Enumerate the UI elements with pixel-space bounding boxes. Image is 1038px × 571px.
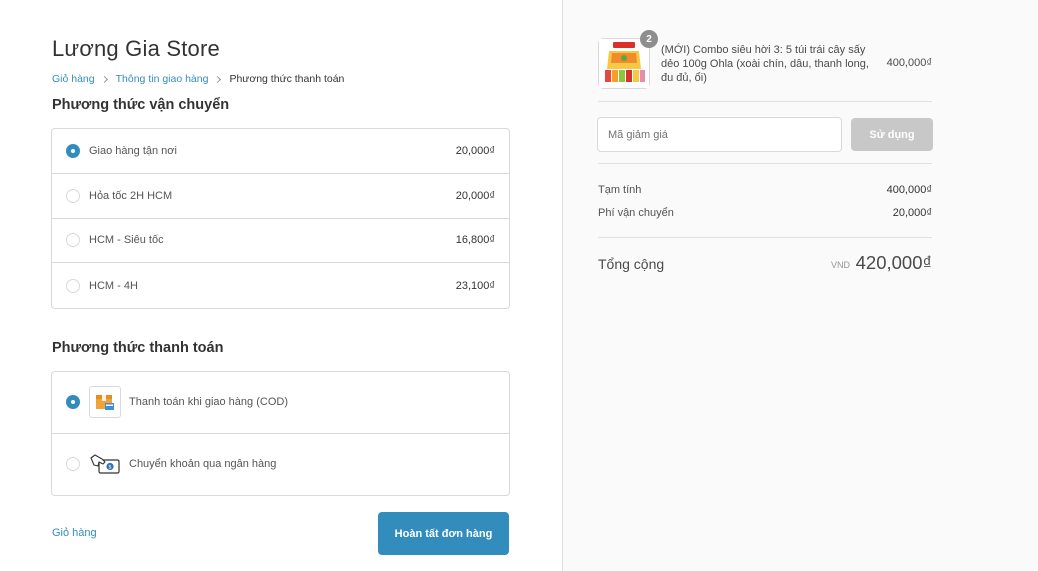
discount-code-input[interactable] (597, 117, 842, 152)
divider (598, 237, 932, 238)
total-currency: VND (831, 260, 851, 270)
shipping-radio-express-2h[interactable] (66, 188, 80, 203)
shipping-fee-value: 20,000₫ (892, 207, 932, 219)
shipping-radio-4h[interactable] (66, 278, 80, 293)
shipping-radio-super-fast[interactable] (66, 233, 80, 248)
breadcrumb-cart-link[interactable]: Giỏ hàng (52, 73, 95, 85)
payment-option-cod[interactable]: Thanh toán khi giao hàng (COD) (52, 372, 509, 434)
payment-radio-bank-transfer[interactable] (66, 457, 80, 472)
cod-box-icon (89, 386, 121, 419)
shipping-option-label: HCM - 4H (89, 279, 138, 292)
product-name: (MỚI) Combo siêu hời 3: 5 túi trái cây s… (661, 44, 869, 84)
payment-method-list: Thanh toán khi giao hàng (COD) $ Chuyển … (51, 371, 510, 496)
total-label: Tổng cộng (598, 256, 665, 272)
shipping-radio-home-delivery[interactable] (66, 143, 80, 158)
shipping-option-price: 20,000₫ (455, 144, 495, 157)
breadcrumb-shipping-info-link[interactable]: Thông tin giao hàng (116, 73, 209, 85)
shipping-option-label: Giao hàng tận nơi (89, 144, 177, 157)
shipping-option-price: 16,800₫ (455, 234, 495, 247)
chevron-right-icon (214, 75, 222, 83)
main-content: Lương Gia Store Giỏ hàng Thông tin giao … (0, 0, 562, 571)
subtotal-label: Tạm tính (598, 184, 642, 196)
store-title[interactable]: Lương Gia Store (52, 36, 220, 62)
payment-radio-cod[interactable] (66, 395, 80, 410)
svg-text:$: $ (108, 465, 112, 471)
bank-transfer-icon: $ (89, 448, 121, 480)
back-to-cart-link[interactable]: Giỏ hàng (52, 527, 97, 539)
product-image-icon (599, 39, 649, 88)
product-price: 400,000₫ (886, 57, 932, 69)
shipping-method-list: Giao hàng tận nơi 20,000₫ Hỏa tốc 2H HCM… (51, 128, 510, 309)
shipping-option-label: HCM - Siêu tốc (89, 234, 164, 247)
shipping-option-price: 23,100₫ (455, 279, 495, 292)
payment-option-bank-transfer[interactable]: $ Chuyển khoản qua ngân hàng (52, 434, 509, 496)
shipping-option-4h[interactable]: HCM - 4H 23,100₫ (52, 263, 509, 308)
apply-discount-button[interactable]: Sử dụng (851, 118, 933, 151)
divider (598, 163, 932, 164)
shipping-fee-label: Phí vận chuyển (598, 207, 674, 219)
payment-option-label: Chuyển khoản qua ngân hàng (129, 458, 277, 471)
shipping-option-express-2h[interactable]: Hỏa tốc 2H HCM 20,000₫ (52, 174, 509, 219)
complete-order-button[interactable]: Hoàn tất đơn hàng (378, 512, 509, 555)
shipping-option-label: Hỏa tốc 2H HCM (89, 189, 173, 202)
shipping-option-home-delivery[interactable]: Giao hàng tận nơi 20,000₫ (52, 129, 509, 174)
shipping-method-title: Phương thức vận chuyển (52, 97, 230, 113)
divider (598, 101, 932, 102)
shipping-option-price: 20,000₫ (455, 189, 495, 202)
shipping-option-super-fast[interactable]: HCM - Siêu tốc 16,800₫ (52, 219, 509, 264)
quantity-badge: 2 (640, 30, 658, 48)
order-summary-sidebar: 2 (MỚI) Combo siêu hời 3: 5 túi trái cây… (562, 0, 1038, 571)
product-thumbnail: 2 (598, 30, 658, 89)
payment-method-title: Phương thức thanh toán (52, 340, 224, 356)
breadcrumb: Giỏ hàng Thông tin giao hàng Phương thức… (52, 73, 344, 85)
payment-option-label: Thanh toán khi giao hàng (COD) (129, 396, 288, 409)
breadcrumb-current-step: Phương thức thanh toán (229, 73, 345, 85)
chevron-right-icon (100, 75, 108, 83)
subtotal-value: 400,000₫ (886, 184, 932, 196)
total-value: 420,000₫ (855, 252, 932, 273)
